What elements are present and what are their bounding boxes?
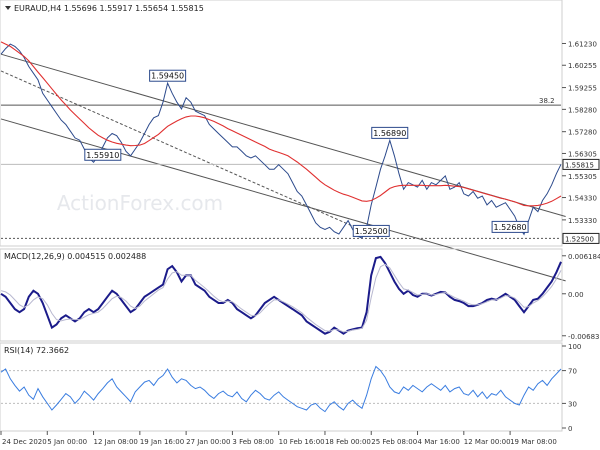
x-tick-label: 12 Jan 08:00	[94, 438, 138, 446]
y-tick-label: 0	[568, 425, 572, 433]
y-tick-label: 70	[568, 368, 577, 376]
y-tick-label: 1.58280	[568, 106, 597, 114]
y-tick-label: 1.55305	[568, 173, 597, 181]
x-tick-label: 27 Jan 00:00	[186, 438, 230, 446]
x-tick-label: 10 Feb 16:00	[279, 438, 325, 446]
watermark: ActionForex.com	[57, 191, 223, 215]
rsi-title-text: RSI(14) 72.3662	[4, 346, 69, 355]
y-tick-label: 1.59255	[568, 85, 597, 93]
x-tick-label: 19 Jan 16:00	[140, 438, 184, 446]
y-tick-label: 30	[568, 400, 577, 408]
y-tick-label: 1.60255	[568, 62, 597, 70]
price-title-text: EURAUD,H4 1.55696 1.55917 1.55654 1.5581…	[14, 4, 204, 13]
macd-title-text: MACD(12,26,9) 0.004515 0.002488	[4, 252, 146, 261]
last-price-label: 1.55815	[565, 161, 594, 169]
y-tick-label: 1.53330	[568, 217, 597, 225]
annotation-label: 1.52500	[355, 227, 388, 236]
fib-label: 38.2	[539, 97, 555, 105]
y-tick-label: -0.006837	[568, 333, 600, 341]
y-tick-label: 1.56305	[568, 150, 597, 158]
x-tick-label: 24 Dec 2020	[2, 438, 47, 446]
x-tick-label: 4 Mar 16:00	[418, 438, 460, 446]
annotation-label: 1.59450	[151, 72, 184, 81]
price-title: EURAUD,H4 1.55696 1.55917 1.55654 1.5581…	[5, 4, 204, 13]
annotation-label: 1.56890	[373, 129, 406, 138]
low-price-label: 1.52500	[565, 235, 594, 243]
chart-canvas: ActionForex.com 1.61230 1.60255 1.59255 1.5…	[0, 0, 600, 450]
y-tick-label: 100	[568, 343, 581, 351]
y-tick-label: 1.61230	[568, 40, 597, 48]
x-tick-label: 19 Mar 08:00	[510, 438, 557, 446]
price-y-ticks: 1.61230 1.60255 1.59255 1.58280 1.57280 1.563…	[562, 40, 597, 225]
annotation-label: 1.52680	[494, 223, 527, 232]
x-tick-label: 12 Mar 00:00	[464, 438, 511, 446]
y-tick-label: 1.57280	[568, 129, 597, 137]
x-tick-label: 5 Jan 00:00	[47, 438, 87, 446]
y-tick-label: 1.54330	[568, 195, 597, 203]
x-tick-label: 18 Feb 00:00	[325, 438, 371, 446]
y-tick-label: 0.00	[568, 291, 584, 299]
y-tick-label: 0.006184	[568, 253, 600, 261]
x-tick-label: 25 Feb 08:00	[371, 438, 417, 446]
x-tick-label: 3 Feb 08:00	[232, 438, 273, 446]
annotation-label: 1.55910	[86, 151, 119, 160]
